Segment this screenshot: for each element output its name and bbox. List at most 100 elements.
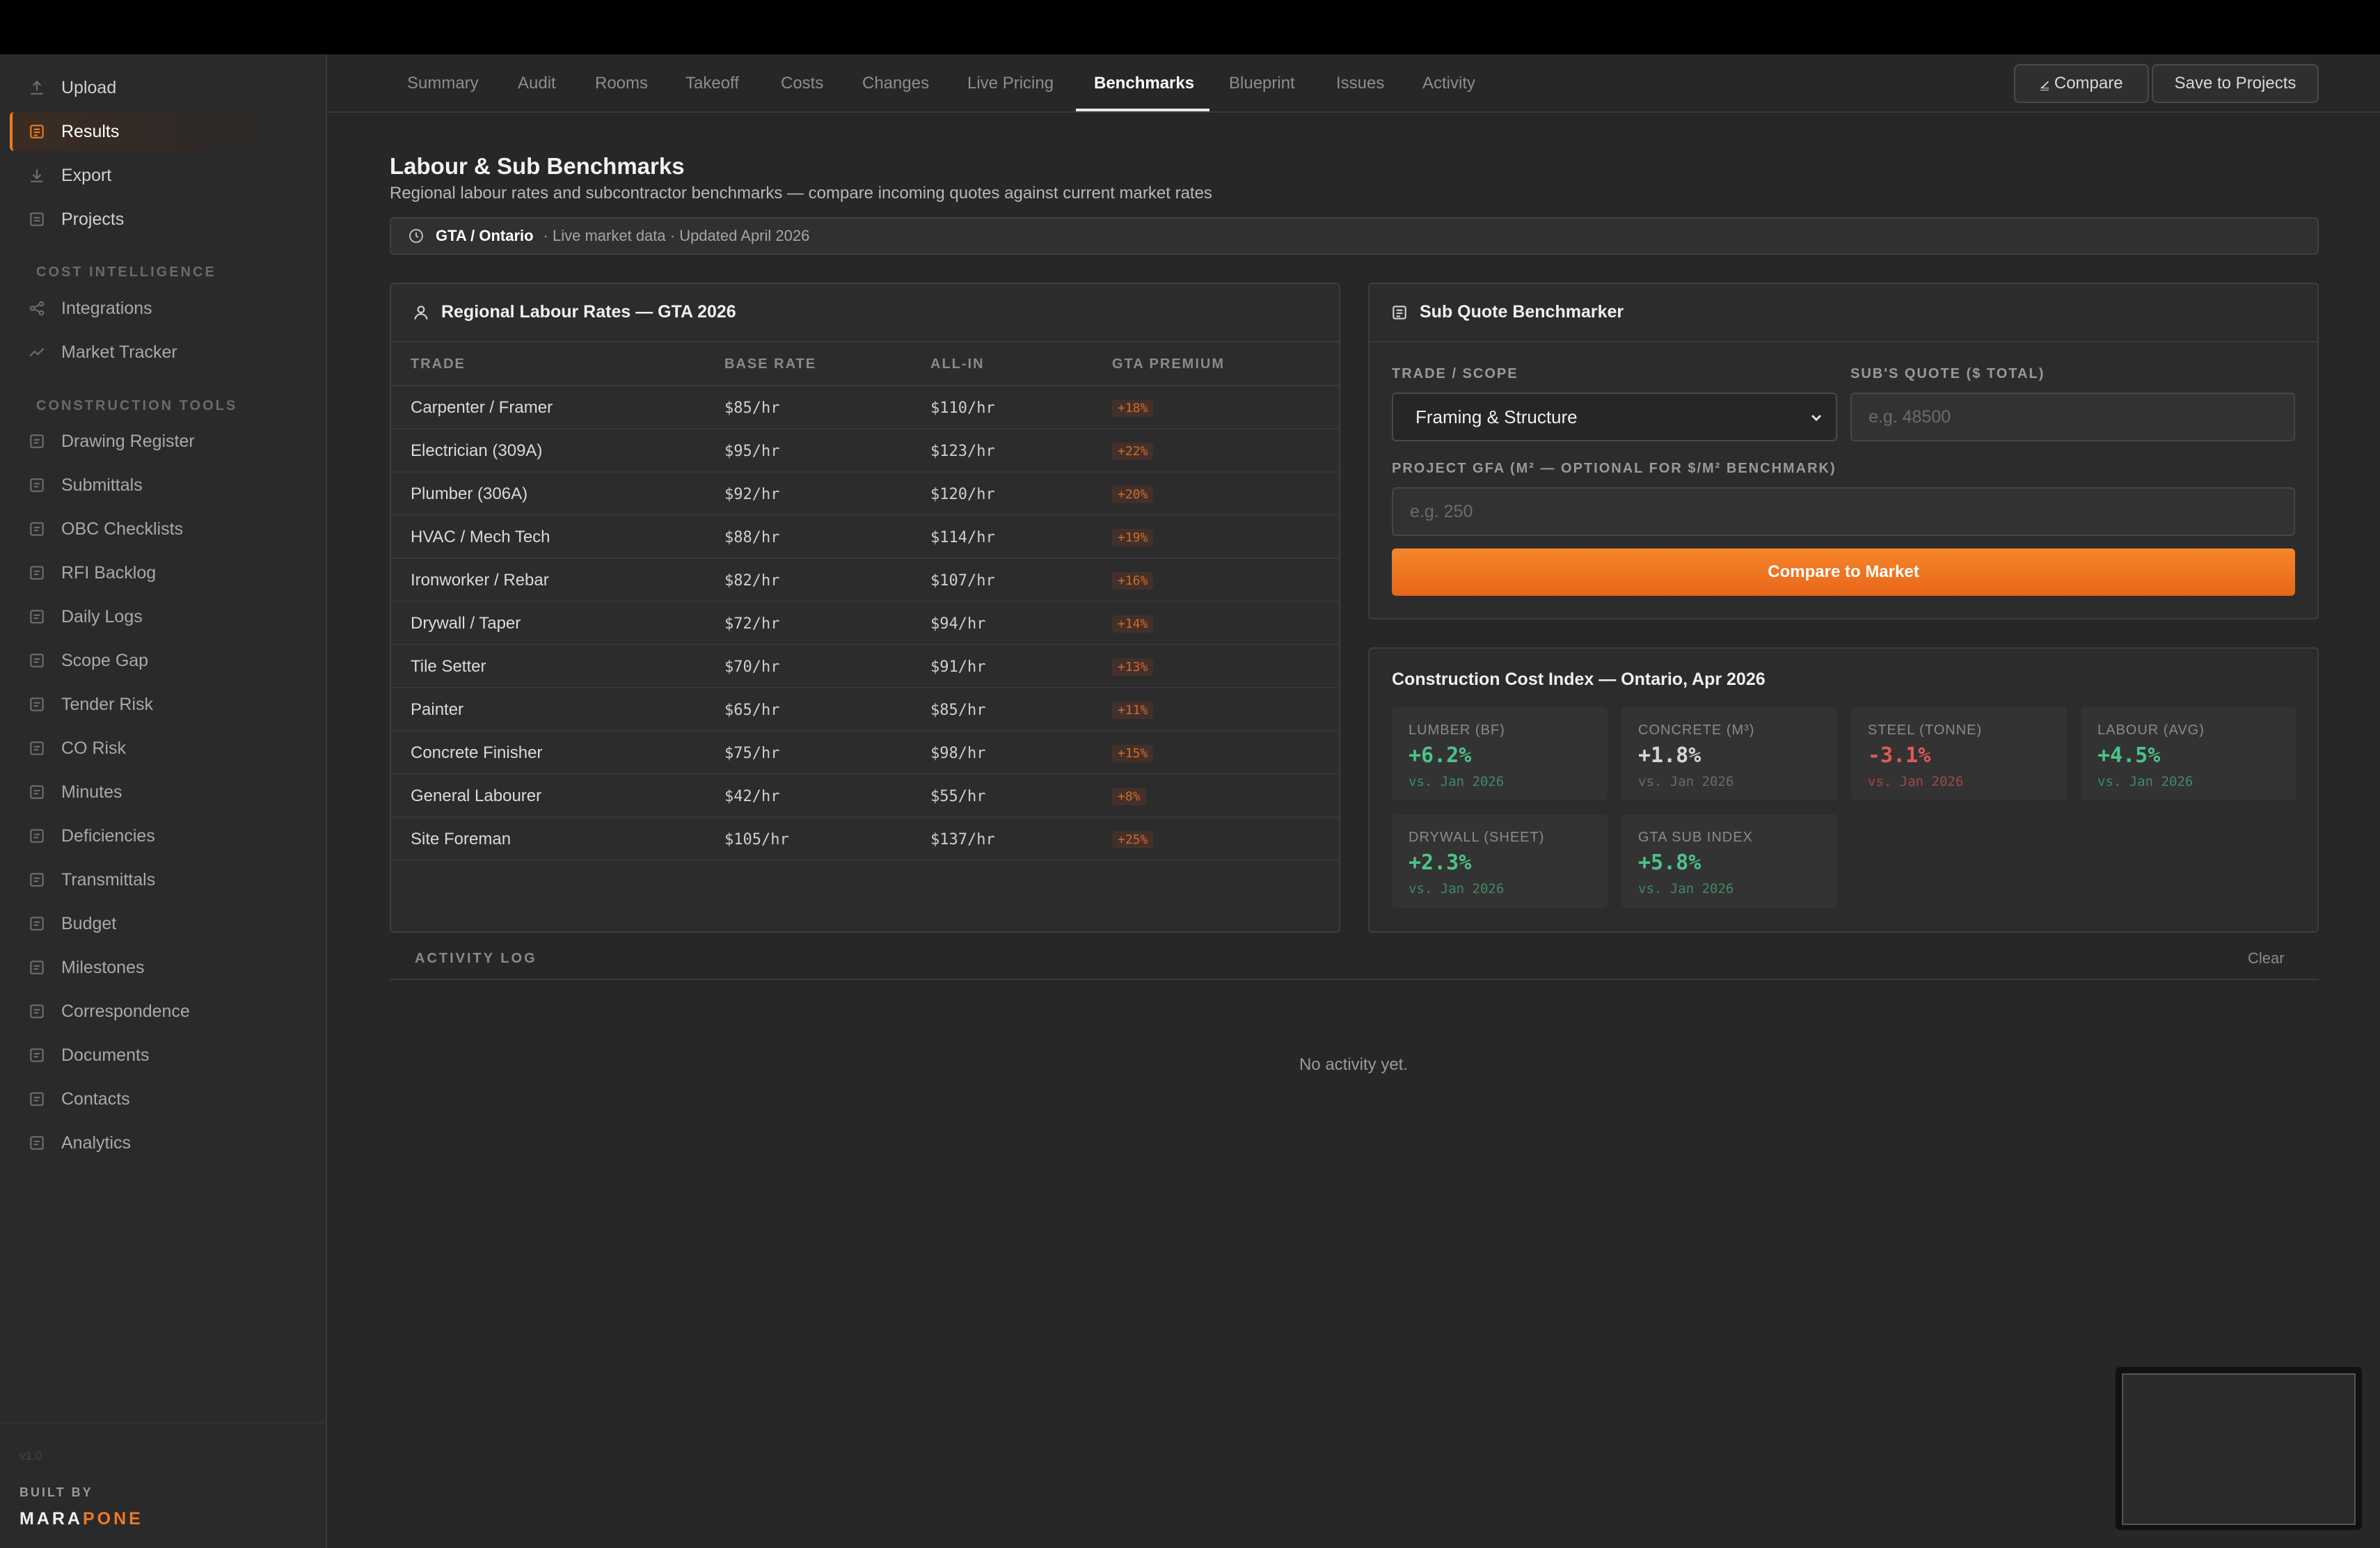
tile-value: +6.2% bbox=[1409, 743, 1472, 768]
sub-quote-input[interactable] bbox=[1850, 393, 2295, 441]
sub-quote-label: SUB'S QUOTE ($ TOTAL) bbox=[1850, 366, 2045, 381]
drawing-register-icon bbox=[26, 431, 47, 452]
clear-activity-button[interactable]: Clear bbox=[2248, 949, 2285, 968]
activity-divider bbox=[390, 979, 2319, 980]
sidebar-item-label: RFI Backlog bbox=[61, 562, 157, 583]
obc-checklists-icon bbox=[26, 519, 47, 539]
sidebar-item-label: OBC Checklists bbox=[61, 519, 184, 539]
base-rate-cell: $82/hr bbox=[724, 571, 780, 590]
region-bar: GTA / Ontario · Live market data · Updat… bbox=[390, 217, 2319, 255]
premium-badge: +20% bbox=[1112, 485, 1154, 503]
tile-label: CONCRETE (M³) bbox=[1638, 722, 1755, 738]
analytics-icon bbox=[26, 1132, 47, 1153]
sidebar-item-minutes[interactable]: Minutes bbox=[10, 773, 316, 812]
tab-benchmarks[interactable]: Benchmarks bbox=[1094, 54, 1194, 113]
tab-summary[interactable]: Summary bbox=[407, 54, 479, 113]
sidebar-item-market-tracker[interactable]: Market Tracker bbox=[10, 333, 316, 372]
sidebar-item-export[interactable]: Export bbox=[10, 156, 316, 195]
tile-label: LABOUR (AVG) bbox=[2097, 722, 2205, 738]
tile-value: -3.1% bbox=[1868, 743, 1931, 768]
tab-issues[interactable]: Issues bbox=[1336, 54, 1384, 113]
transmittals-icon bbox=[26, 869, 47, 890]
tab-takeoff[interactable]: Takeoff bbox=[685, 54, 739, 113]
sidebar-item-analytics[interactable]: Analytics bbox=[10, 1123, 316, 1162]
sidebar-item-obc-checklists[interactable]: OBC Checklists bbox=[10, 510, 316, 548]
trade-cell: Electrician (309A) bbox=[411, 441, 543, 460]
sidebar-item-submittals[interactable]: Submittals bbox=[10, 466, 316, 505]
premium-badge: +8% bbox=[1112, 787, 1146, 805]
sidebar: Upload Results Export Projects COST INTE… bbox=[0, 54, 327, 1548]
contacts-icon bbox=[26, 1089, 47, 1109]
tile-value: +4.5% bbox=[2097, 743, 2161, 768]
daily-logs-icon bbox=[26, 606, 47, 627]
sidebar-item-label: Upload bbox=[61, 77, 117, 97]
sidebar-item-label: Integrations bbox=[61, 298, 152, 318]
region-meta: · Live market data · Updated April 2026 bbox=[543, 227, 810, 244]
window-top-bar bbox=[0, 0, 2380, 54]
sidebar-item-label: Milestones bbox=[61, 957, 145, 977]
tab-costs[interactable]: Costs bbox=[781, 54, 823, 113]
tab-rooms[interactable]: Rooms bbox=[595, 54, 648, 113]
sidebar-item-scope-gap[interactable]: Scope Gap bbox=[10, 641, 316, 680]
premium-cell: +8% bbox=[1112, 775, 1146, 818]
table-row: General Labourer $42/hr $55/hr +8% bbox=[391, 775, 1339, 818]
sidebar-item-projects[interactable]: Projects bbox=[10, 200, 316, 239]
activity-log-label: ACTIVITY LOG bbox=[415, 951, 537, 966]
premium-badge: +19% bbox=[1112, 528, 1154, 546]
premium-cell: +20% bbox=[1112, 473, 1154, 516]
table-row: Plumber (306A) $92/hr $120/hr +20% bbox=[391, 473, 1339, 516]
premium-badge: +22% bbox=[1112, 442, 1154, 460]
sidebar-item-budget[interactable]: Budget bbox=[10, 904, 316, 943]
sidebar-item-tender-risk[interactable]: Tender Risk bbox=[10, 685, 316, 724]
premium-badge: +18% bbox=[1112, 399, 1154, 417]
compare-button[interactable]: ⦤ Compare bbox=[2014, 64, 2149, 103]
all-in-cell: $120/hr bbox=[930, 485, 995, 503]
activity-empty-state: No activity yet. bbox=[1299, 1055, 1409, 1074]
document-icon bbox=[1393, 305, 1406, 319]
sidebar-item-milestones[interactable]: Milestones bbox=[10, 948, 316, 987]
table-row: Concrete Finisher $75/hr $98/hr +15% bbox=[391, 732, 1339, 775]
sidebar-item-label: Deficiencies bbox=[61, 826, 155, 846]
tile-label: LUMBER (BF) bbox=[1409, 722, 1505, 738]
cost-index-tile-lumber-bf: LUMBER (BF) +6.2% vs. Jan 2026 bbox=[1392, 707, 1608, 800]
trend-icon bbox=[26, 342, 47, 363]
base-rate-cell: $70/hr bbox=[724, 658, 780, 676]
table-row: Site Foreman $105/hr $137/hr +25% bbox=[391, 818, 1339, 861]
base-rate-cell: $42/hr bbox=[724, 787, 780, 805]
compare-to-market-button[interactable]: Compare to Market bbox=[1392, 548, 2295, 596]
sidebar-item-integrations[interactable]: Integrations bbox=[10, 289, 316, 328]
tile-subtext: vs. Jan 2026 bbox=[1868, 774, 1964, 789]
table-row: Painter $65/hr $85/hr +11% bbox=[391, 688, 1339, 732]
sidebar-item-deficiencies[interactable]: Deficiencies bbox=[10, 816, 316, 855]
tab-activity[interactable]: Activity bbox=[1422, 54, 1475, 113]
sidebar-item-co-risk[interactable]: CO Risk bbox=[10, 729, 316, 768]
sidebar-item-rfi-backlog[interactable]: RFI Backlog bbox=[10, 553, 316, 592]
premium-cell: +22% bbox=[1112, 429, 1154, 473]
page-minimap[interactable] bbox=[2116, 1367, 2362, 1530]
save-to-projects-button[interactable]: Save to Projects bbox=[2152, 64, 2319, 103]
scope-gap-icon bbox=[26, 650, 47, 671]
tab-live-pricing[interactable]: Live Pricing bbox=[967, 54, 1054, 113]
table-row: Tile Setter $70/hr $91/hr +13% bbox=[391, 645, 1339, 688]
premium-badge: +11% bbox=[1112, 701, 1154, 719]
sidebar-item-upload[interactable]: Upload bbox=[10, 68, 316, 107]
sidebar-item-correspondence[interactable]: Correspondence bbox=[10, 992, 316, 1031]
premium-cell: +15% bbox=[1112, 732, 1154, 775]
sidebar-item-transmittals[interactable]: Transmittals bbox=[10, 860, 316, 899]
sidebar-item-results[interactable]: Results bbox=[10, 112, 316, 151]
sidebar-item-daily-logs[interactable]: Daily Logs bbox=[10, 597, 316, 636]
trade-scope-select[interactable]: Framing & Structure bbox=[1392, 393, 1837, 441]
all-in-cell: $91/hr bbox=[930, 658, 986, 676]
all-in-cell: $94/hr bbox=[930, 615, 986, 633]
all-in-cell: $98/hr bbox=[930, 744, 986, 762]
project-gfa-input[interactable] bbox=[1392, 487, 2295, 536]
sidebar-item-label: Tender Risk bbox=[61, 694, 153, 714]
tab-audit[interactable]: Audit bbox=[518, 54, 556, 113]
sidebar-item-contacts[interactable]: Contacts bbox=[10, 1080, 316, 1119]
all-in-cell: $137/hr bbox=[930, 830, 995, 848]
sidebar-item-label: Submittals bbox=[61, 475, 143, 495]
tab-blueprint[interactable]: Blueprint bbox=[1229, 54, 1295, 113]
col-header-gta-premium: GTA PREMIUM bbox=[1112, 356, 1225, 372]
tab-changes[interactable]: Changes bbox=[862, 54, 929, 113]
sidebar-item-drawing-register[interactable]: Drawing Register bbox=[10, 422, 316, 461]
